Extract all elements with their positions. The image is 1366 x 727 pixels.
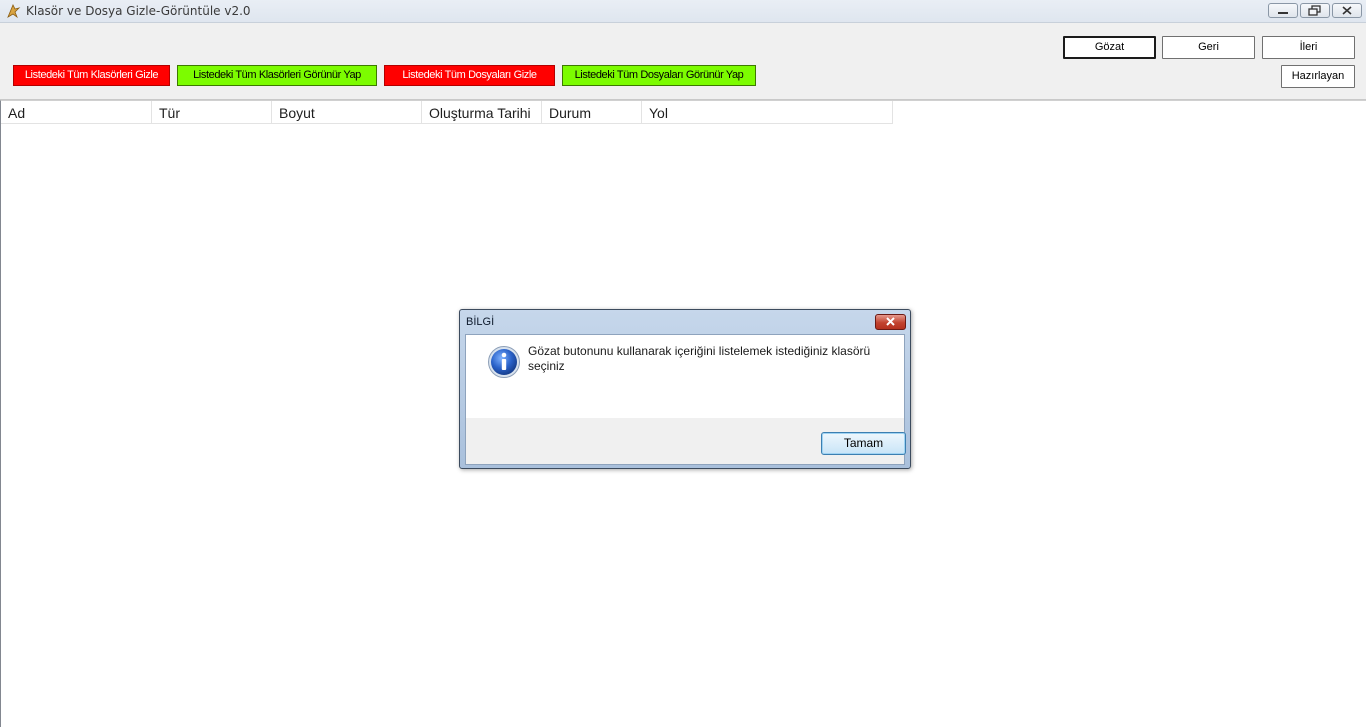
close-icon — [886, 317, 895, 326]
dialog-message: Gözat butonunu kullanarak içeriğini list… — [528, 344, 871, 373]
browse-button[interactable]: Gözat — [1063, 36, 1156, 59]
dialog-footer: Tamam — [466, 418, 906, 464]
dialog-close-button[interactable] — [875, 314, 906, 330]
column-header-status[interactable]: Durum — [542, 101, 642, 124]
back-button[interactable]: Geri — [1162, 36, 1255, 59]
restore-button[interactable] — [1300, 3, 1330, 18]
column-header-type[interactable]: Tür — [152, 101, 272, 124]
show-all-files-button[interactable]: Listedeki Tüm Dosyaları Görünür Yap — [562, 65, 756, 86]
window-titlebar: Klasör ve Dosya Gizle-Görüntüle v2.0 — [0, 0, 1366, 23]
close-icon — [1342, 6, 1352, 15]
column-header-name[interactable]: Ad — [1, 101, 152, 124]
column-header-path[interactable]: Yol — [642, 101, 893, 124]
minimize-icon — [1278, 12, 1288, 14]
dialog-body: Gözat butonunu kullanarak içeriğini list… — [465, 334, 906, 465]
column-header-created[interactable]: Oluşturma Tarihi — [422, 101, 542, 124]
show-all-folders-button[interactable]: Listedeki Tüm Klasörleri Görünür Yap — [177, 65, 377, 86]
hide-all-folders-button[interactable]: Listedeki Tüm Klasörleri Gizle — [13, 65, 170, 86]
column-header-size[interactable]: Boyut — [272, 101, 422, 124]
dialog-title: BİLGİ — [466, 316, 495, 328]
info-dialog: BİLGİ Gözat butonunu kullanarak içeriğin… — [459, 309, 911, 469]
window-title: Klasör ve Dosya Gizle-Görüntüle v2.0 — [26, 4, 251, 18]
restore-icon — [1308, 5, 1321, 16]
app-logo-icon — [7, 4, 21, 19]
ok-button[interactable]: Tamam — [821, 432, 906, 455]
hide-all-files-button[interactable]: Listedeki Tüm Dosyaları Gizle — [384, 65, 555, 86]
info-icon — [488, 346, 520, 378]
forward-button[interactable]: İleri — [1262, 36, 1355, 59]
toolbar-panel: Listedeki Tüm Klasörleri Gizle Listedeki… — [0, 23, 1366, 100]
author-button[interactable]: Hazırlayan — [1281, 65, 1355, 88]
minimize-button[interactable] — [1268, 3, 1298, 18]
close-window-button[interactable] — [1332, 3, 1362, 18]
